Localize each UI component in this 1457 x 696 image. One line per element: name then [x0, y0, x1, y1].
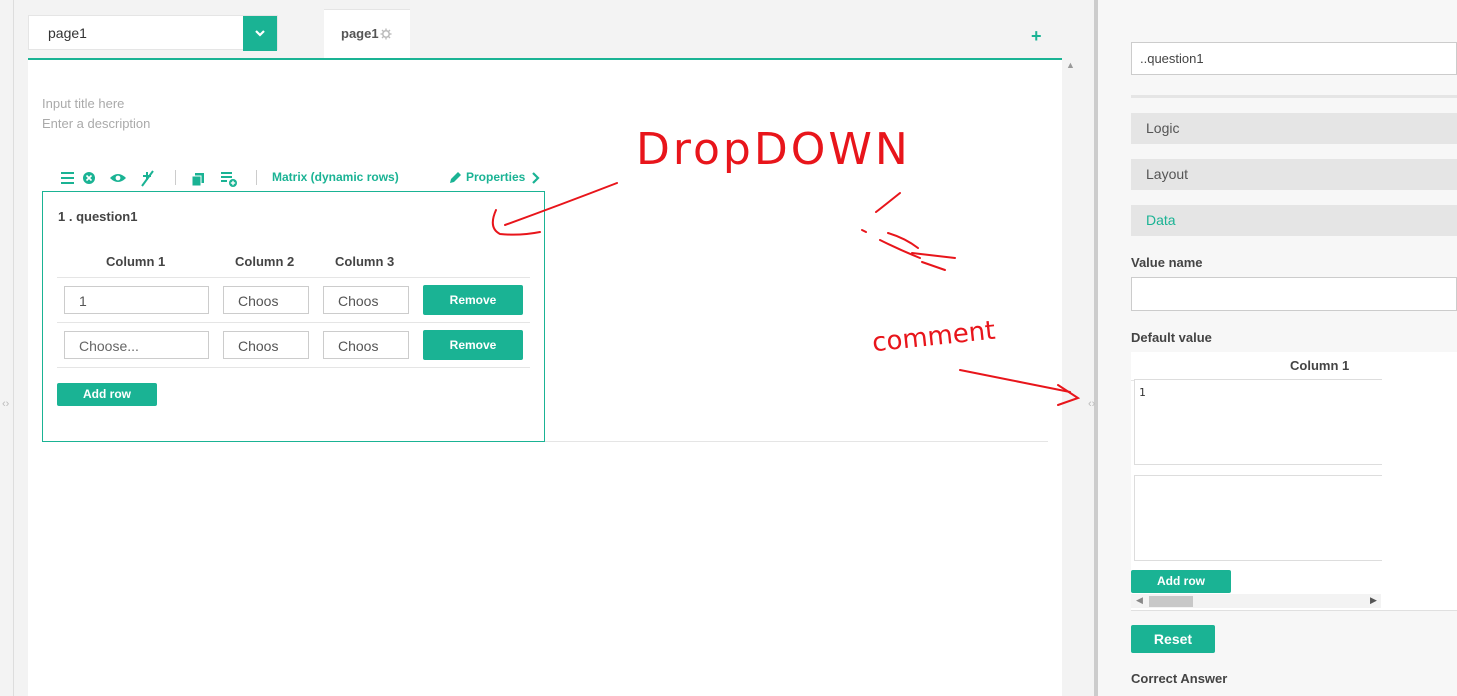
section-separator [1131, 95, 1457, 98]
add-to-toolbox-icon[interactable] [220, 168, 238, 188]
value-name-label: Value name [1131, 255, 1203, 270]
matrix-row-divider [57, 322, 530, 323]
survey-title-placeholder[interactable]: Input title here [42, 96, 124, 111]
object-selector-dropdown[interactable]: ..question1 [1131, 42, 1457, 75]
matrix-cell-dropdown[interactable]: Choos [323, 331, 409, 359]
question-toolbar: Matrix (dynamic rows) Properties [56, 168, 546, 190]
annotation-dropdown-text: DropDOWN [636, 124, 911, 175]
scroll-up-arrow-icon[interactable]: ▲ [1066, 60, 1075, 70]
matrix-cell-dropdown[interactable]: Choose... [64, 331, 209, 359]
default-value-add-row-button[interactable]: Add row [1131, 570, 1231, 593]
eye-icon[interactable] [109, 168, 127, 188]
matrix-row-divider [57, 367, 530, 368]
add-row-button[interactable]: Add row [57, 383, 157, 406]
default-value-cell-comment[interactable]: 1 [1134, 379, 1382, 465]
drag-handle-icon[interactable] [58, 168, 76, 188]
correct-answer-label: Correct Answer [1131, 671, 1228, 686]
matrix-cell-dropdown[interactable]: 1 [64, 286, 209, 314]
add-page-plus-icon[interactable]: + [1031, 26, 1042, 47]
copy-icon[interactable] [189, 168, 207, 188]
tab-page1[interactable]: page1 [324, 9, 410, 58]
default-value-bottom-border [1131, 610, 1457, 611]
reset-button[interactable]: Reset [1131, 625, 1215, 653]
question-title[interactable]: 1 . question1 [58, 209, 137, 224]
page-selector-dropdown[interactable]: page1 [28, 15, 278, 51]
required-toggle-icon[interactable] [139, 168, 157, 188]
question-bottom-divider [545, 441, 1048, 442]
left-collapse-arrows-icon[interactable]: ‹› [2, 398, 9, 410]
survey-description-placeholder[interactable]: Enter a description [42, 116, 150, 131]
accordion-data[interactable]: Data [1131, 205, 1457, 236]
accordion-logic[interactable]: Logic [1131, 113, 1457, 144]
page-selector-value: page1 [48, 25, 87, 41]
scrollbar-thumb[interactable] [1149, 596, 1193, 607]
accordion-layout[interactable]: Layout [1131, 159, 1457, 190]
default-value-cell-comment[interactable] [1134, 475, 1382, 561]
matrix-column-header: Column 1 [106, 254, 166, 269]
scroll-right-arrow-icon[interactable]: ▶ [1370, 595, 1377, 606]
splitter-arrows-icon[interactable]: ‹› [1088, 398, 1095, 410]
object-selector-value: ..question1 [1140, 51, 1204, 66]
matrix-row-divider [57, 277, 530, 278]
matrix-cell-dropdown[interactable]: Choos [223, 286, 309, 314]
value-name-input[interactable] [1131, 277, 1457, 311]
scroll-left-arrow-icon[interactable]: ◀ [1136, 595, 1143, 606]
default-value-column-header: Column 1 [1290, 358, 1350, 373]
delete-circle-icon[interactable] [80, 168, 98, 188]
question-type-selector[interactable]: Matrix (dynamic rows) [272, 170, 399, 184]
toolbar-divider [256, 170, 257, 185]
chevron-down-icon [255, 30, 265, 37]
matrix-cell-dropdown[interactable]: Choos [223, 331, 309, 359]
matrix-column-header: Column 3 [335, 254, 395, 269]
tab-page1-label: page1 [341, 26, 379, 41]
matrix-column-header: Column 2 [235, 254, 295, 269]
left-resize-strip[interactable] [0, 0, 14, 696]
matrix-cell-dropdown[interactable]: Choos [323, 286, 409, 314]
default-value-label: Default value [1131, 330, 1212, 345]
pencil-icon[interactable] [448, 171, 462, 185]
gear-icon[interactable] [380, 28, 392, 40]
page-selector-toggle-button[interactable] [243, 16, 277, 51]
toolbar-divider [175, 170, 176, 185]
